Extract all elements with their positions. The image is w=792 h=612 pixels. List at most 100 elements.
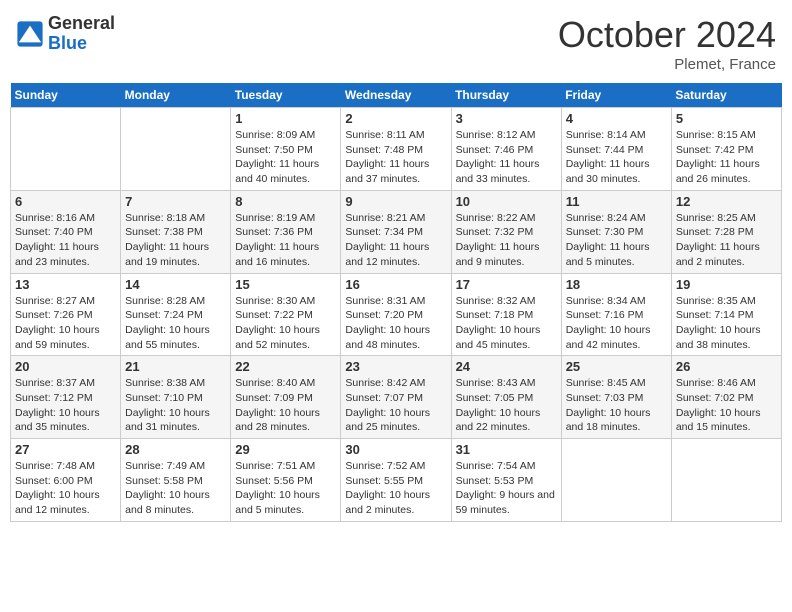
- week-row-1: 1Sunrise: 8:09 AM Sunset: 7:50 PM Daylig…: [11, 108, 782, 191]
- day-number: 23: [345, 359, 446, 374]
- week-row-2: 6 Sunrise: 8:16 AM Sunset: 7:40 PM Daylig…: [11, 190, 782, 273]
- day-number: 21: [125, 359, 226, 374]
- calendar-cell: [121, 108, 231, 191]
- day-number: 27: [15, 442, 116, 457]
- day-number: 25: [566, 359, 667, 374]
- day-number: 12: [676, 194, 777, 209]
- calendar-cell: 21 Sunrise: 8:38 AM Sunset: 7:10 PM Dayli…: [121, 356, 231, 439]
- calendar-cell: 14 Sunrise: 8:28 AM Sunset: 7:24 PM Dayli…: [121, 273, 231, 356]
- calendar-cell: 26 Sunrise: 8:46 AM Sunset: 7:02 PM Dayli…: [671, 356, 781, 439]
- day-info: Sunrise: 8:28 AM Sunset: 7:24 PM Dayligh…: [125, 294, 226, 353]
- calendar-cell: 31 Sunrise: 7:54 AM Sunset: 5:53 PM Dayli…: [451, 439, 561, 522]
- day-number: 30: [345, 442, 446, 457]
- calendar-cell: [671, 439, 781, 522]
- calendar-cell: 12 Sunrise: 8:25 AM Sunset: 7:28 PM Dayli…: [671, 190, 781, 273]
- calendar-cell: 3 Sunrise: 8:12 AM Sunset: 7:46 PM Daylig…: [451, 108, 561, 191]
- calendar-cell: [11, 108, 121, 191]
- logo-general: General: [48, 14, 115, 34]
- weekday-header-wednesday: Wednesday: [341, 83, 451, 108]
- day-number: 14: [125, 277, 226, 292]
- calendar-cell: [561, 439, 671, 522]
- calendar-cell: 18 Sunrise: 8:34 AM Sunset: 7:16 PM Dayli…: [561, 273, 671, 356]
- day-number: 19: [676, 277, 777, 292]
- day-number: 24: [456, 359, 557, 374]
- calendar-cell: 30 Sunrise: 7:52 AM Sunset: 5:55 PM Dayli…: [341, 439, 451, 522]
- day-info: Sunrise: 8:30 AM Sunset: 7:22 PM Dayligh…: [235, 294, 336, 353]
- day-info: Sunrise: 8:46 AM Sunset: 7:02 PM Dayligh…: [676, 376, 777, 435]
- day-info: Sunrise: 7:49 AM Sunset: 5:58 PM Dayligh…: [125, 459, 226, 518]
- day-info: Sunrise: 8:34 AM Sunset: 7:16 PM Dayligh…: [566, 294, 667, 353]
- day-number: 10: [456, 194, 557, 209]
- day-number: 4: [566, 111, 667, 126]
- day-info: Sunrise: 8:16 AM Sunset: 7:40 PM Dayligh…: [15, 211, 116, 270]
- day-info: Sunrise: 8:37 AM Sunset: 7:12 PM Dayligh…: [15, 376, 116, 435]
- day-number: 13: [15, 277, 116, 292]
- day-info: Sunrise: 8:12 AM Sunset: 7:46 PM Dayligh…: [456, 128, 557, 187]
- day-number: 22: [235, 359, 336, 374]
- day-info: Sunrise: 7:54 AM Sunset: 5:53 PM Dayligh…: [456, 459, 557, 518]
- day-info: Sunrise: 7:52 AM Sunset: 5:55 PM Dayligh…: [345, 459, 446, 518]
- day-info: Sunrise: 8:24 AM Sunset: 7:30 PM Dayligh…: [566, 211, 667, 270]
- day-number: 6: [15, 194, 116, 209]
- day-info: Sunrise: 8:15 AM Sunset: 7:42 PM Dayligh…: [676, 128, 777, 187]
- day-number: 20: [15, 359, 116, 374]
- calendar-cell: 8 Sunrise: 8:19 AM Sunset: 7:36 PM Daylig…: [231, 190, 341, 273]
- day-info: Sunrise: 8:32 AM Sunset: 7:18 PM Dayligh…: [456, 294, 557, 353]
- calendar-cell: 27Sunrise: 7:48 AM Sunset: 6:00 PM Dayli…: [11, 439, 121, 522]
- weekday-header-thursday: Thursday: [451, 83, 561, 108]
- day-info: Sunrise: 8:40 AM Sunset: 7:09 PM Dayligh…: [235, 376, 336, 435]
- day-number: 28: [125, 442, 226, 457]
- day-info: Sunrise: 7:51 AM Sunset: 5:56 PM Dayligh…: [235, 459, 336, 518]
- weekday-header-friday: Friday: [561, 83, 671, 108]
- calendar-cell: 6 Sunrise: 8:16 AM Sunset: 7:40 PM Daylig…: [11, 190, 121, 273]
- calendar-cell: 19 Sunrise: 8:35 AM Sunset: 7:14 PM Dayli…: [671, 273, 781, 356]
- calendar-cell: 24Sunrise: 8:43 AM Sunset: 7:05 PM Dayli…: [451, 356, 561, 439]
- calendar-table: SundayMondayTuesdayWednesdayThursdayFrid…: [10, 83, 782, 522]
- day-number: 8: [235, 194, 336, 209]
- day-info: Sunrise: 8:27 AM Sunset: 7:26 PM Dayligh…: [15, 294, 116, 353]
- weekday-header-tuesday: Tuesday: [231, 83, 341, 108]
- calendar-cell: 17Sunrise: 8:32 AM Sunset: 7:18 PM Dayli…: [451, 273, 561, 356]
- day-info: Sunrise: 8:38 AM Sunset: 7:10 PM Dayligh…: [125, 376, 226, 435]
- day-number: 31: [456, 442, 557, 457]
- calendar-cell: 9 Sunrise: 8:21 AM Sunset: 7:34 PM Daylig…: [341, 190, 451, 273]
- day-info: Sunrise: 8:11 AM Sunset: 7:48 PM Dayligh…: [345, 128, 446, 187]
- day-info: Sunrise: 8:19 AM Sunset: 7:36 PM Dayligh…: [235, 211, 336, 270]
- calendar-cell: 20 Sunrise: 8:37 AM Sunset: 7:12 PM Dayli…: [11, 356, 121, 439]
- day-info: Sunrise: 8:25 AM Sunset: 7:28 PM Dayligh…: [676, 211, 777, 270]
- day-info: Sunrise: 8:42 AM Sunset: 7:07 PM Dayligh…: [345, 376, 446, 435]
- calendar-cell: 5Sunrise: 8:15 AM Sunset: 7:42 PM Daylig…: [671, 108, 781, 191]
- day-info: Sunrise: 8:31 AM Sunset: 7:20 PM Dayligh…: [345, 294, 446, 353]
- month-title: October 2024: [558, 14, 776, 56]
- day-number: 9: [345, 194, 446, 209]
- calendar-cell: 7Sunrise: 8:18 AM Sunset: 7:38 PM Daylig…: [121, 190, 231, 273]
- day-info: Sunrise: 8:45 AM Sunset: 7:03 PM Dayligh…: [566, 376, 667, 435]
- weekday-header-monday: Monday: [121, 83, 231, 108]
- weekday-header-row: SundayMondayTuesdayWednesdayThursdayFrid…: [11, 83, 782, 108]
- day-info: Sunrise: 8:21 AM Sunset: 7:34 PM Dayligh…: [345, 211, 446, 270]
- day-number: 18: [566, 277, 667, 292]
- day-number: 3: [456, 111, 557, 126]
- day-info: Sunrise: 8:35 AM Sunset: 7:14 PM Dayligh…: [676, 294, 777, 353]
- weekday-header-sunday: Sunday: [11, 83, 121, 108]
- title-area: October 2024 Plemet, France: [558, 14, 776, 73]
- day-info: Sunrise: 8:14 AM Sunset: 7:44 PM Dayligh…: [566, 128, 667, 187]
- day-number: 26: [676, 359, 777, 374]
- page-header: General Blue October 2024 Plemet, France: [10, 10, 782, 77]
- day-number: 1: [235, 111, 336, 126]
- week-row-3: 13 Sunrise: 8:27 AM Sunset: 7:26 PM Dayli…: [11, 273, 782, 356]
- calendar-cell: 10 Sunrise: 8:22 AM Sunset: 7:32 PM Dayli…: [451, 190, 561, 273]
- day-info: Sunrise: 8:22 AM Sunset: 7:32 PM Dayligh…: [456, 211, 557, 270]
- day-info: Sunrise: 8:18 AM Sunset: 7:38 PM Dayligh…: [125, 211, 226, 270]
- calendar-cell: 15Sunrise: 8:30 AM Sunset: 7:22 PM Dayli…: [231, 273, 341, 356]
- day-number: 11: [566, 194, 667, 209]
- calendar-cell: 22 Sunrise: 8:40 AM Sunset: 7:09 PM Dayli…: [231, 356, 341, 439]
- weekday-header-saturday: Saturday: [671, 83, 781, 108]
- location: Plemet, France: [558, 56, 776, 73]
- calendar-cell: 28 Sunrise: 7:49 AM Sunset: 5:58 PM Dayli…: [121, 439, 231, 522]
- logo-text: General Blue: [48, 14, 115, 54]
- logo-blue: Blue: [48, 34, 115, 54]
- logo-icon: [16, 20, 44, 48]
- week-row-5: 27Sunrise: 7:48 AM Sunset: 6:00 PM Dayli…: [11, 439, 782, 522]
- calendar-cell: 16Sunrise: 8:31 AM Sunset: 7:20 PM Dayli…: [341, 273, 451, 356]
